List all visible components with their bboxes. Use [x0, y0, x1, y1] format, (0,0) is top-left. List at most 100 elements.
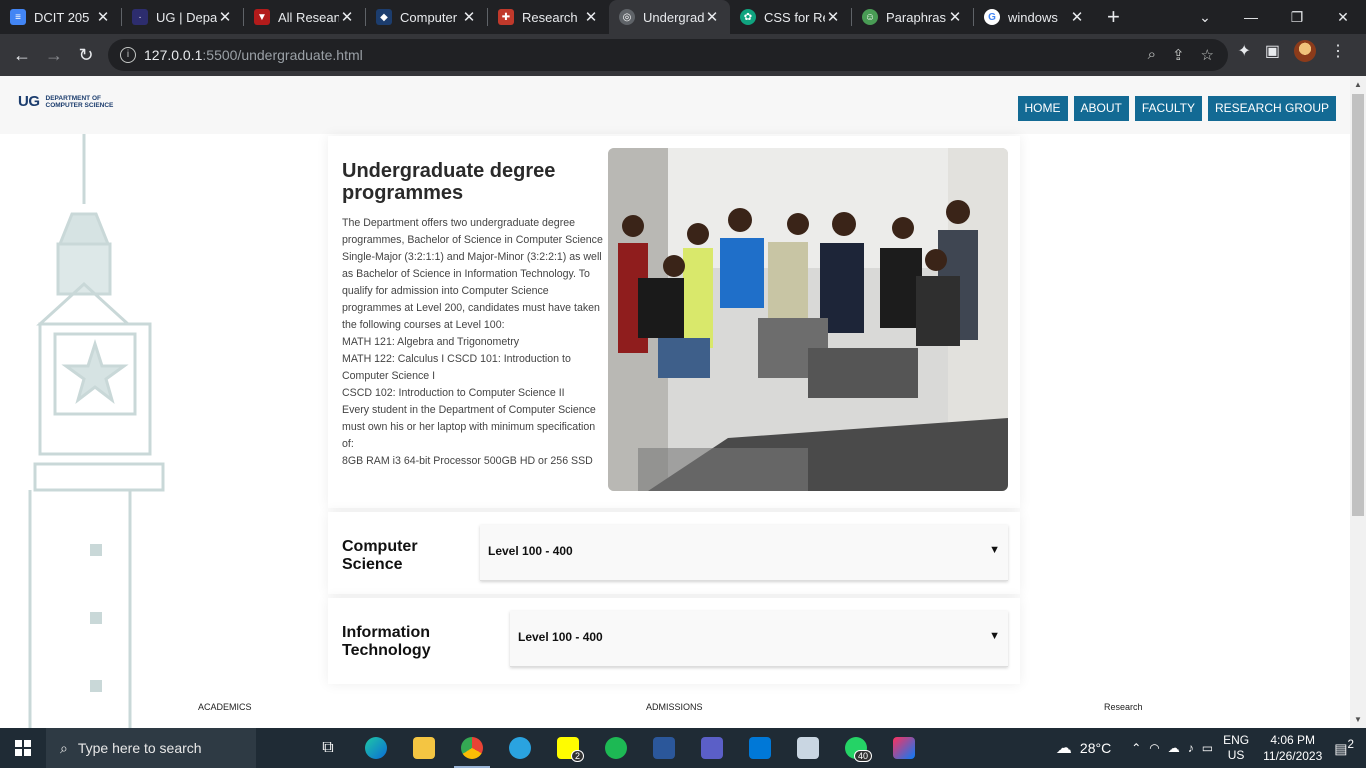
image-viewer-icon[interactable] [784, 728, 832, 768]
laptop-requirement: Every student in the Department of Compu… [342, 404, 596, 450]
shield-icon: ◆ [376, 9, 392, 25]
accordion-label: Level 100 - 400 [488, 544, 573, 558]
page-scrollbar[interactable]: ▲ ▼ [1350, 76, 1366, 728]
wifi-icon[interactable]: ◠ [1149, 741, 1159, 755]
weather-icon[interactable]: ☁ [1056, 738, 1072, 758]
intellij-icon[interactable] [880, 728, 928, 768]
close-tab-icon[interactable]: ✕ [825, 8, 841, 26]
extensions-icon[interactable]: ✦ [1237, 41, 1250, 61]
file-explorer-icon[interactable] [400, 728, 448, 768]
chrome-icon[interactable] [448, 728, 496, 768]
site-info-icon[interactable]: i [120, 47, 136, 63]
laptop-spec: 8GB RAM i3 64-bit Processor 500GB HD or … [342, 455, 593, 467]
close-tab-icon[interactable]: ✕ [217, 8, 233, 26]
taskbar-clock[interactable]: 4:06 PM 11/26/2023 [1263, 732, 1322, 764]
profile-avatar[interactable] [1294, 40, 1316, 62]
close-tab-icon[interactable]: ✕ [1069, 8, 1085, 26]
telegram-icon[interactable] [496, 728, 544, 768]
level-accordion[interactable]: Level 100 - 400 ▼ [480, 525, 1008, 581]
onedrive-icon[interactable]: ☁ [1168, 741, 1180, 755]
bookmark-star-icon[interactable]: ☆ [1201, 46, 1214, 64]
browser-tab-active[interactable]: ◎ Undergrad ✕ [609, 0, 730, 34]
footer-link-admissions[interactable]: ADMISSIONS [646, 702, 703, 712]
intro-text: The Department offers two undergraduate … [342, 215, 604, 470]
start-button[interactable] [0, 740, 46, 756]
word-icon[interactable] [640, 728, 688, 768]
nav-about[interactable]: ABOUT [1073, 96, 1129, 121]
browser-tab[interactable]: ◆ Computer ✕ [366, 0, 487, 34]
logo-dept-line1: DEPARTMENT OF [45, 94, 102, 102]
new-tab-button[interactable]: + [1095, 4, 1132, 30]
browser-toolbar: ← → ↻ i 127.0.0.1:5500/undergraduate.htm… [0, 34, 1366, 76]
footer-link-research[interactable]: Research [1104, 702, 1143, 712]
show-hidden-icons[interactable]: ⌃ [1131, 741, 1141, 755]
nav-home[interactable]: HOME [1017, 96, 1068, 121]
windows-taskbar: ⌕ Type here to search ⧉ 2 40 ☁ 28°C ⌃ ◠ … [0, 728, 1366, 768]
scroll-down-icon[interactable]: ▼ [1354, 715, 1362, 724]
back-button[interactable]: ← [6, 45, 38, 66]
close-tab-icon[interactable]: ✕ [704, 8, 720, 26]
close-tab-icon[interactable]: ✕ [339, 8, 355, 26]
nav-faculty[interactable]: FACULTY [1134, 96, 1202, 121]
forward-button[interactable]: → [38, 45, 70, 66]
share-icon[interactable]: ⇪ [1172, 46, 1185, 64]
reload-button[interactable]: ↻ [70, 45, 102, 66]
task-view-icon[interactable]: ⧉ [304, 728, 352, 768]
zoom-icon[interactable]: ⌕ [1148, 46, 1156, 64]
close-tab-icon[interactable]: ✕ [583, 8, 599, 26]
clock-date: 11/26/2023 [1263, 749, 1323, 763]
teams-icon[interactable] [688, 728, 736, 768]
close-tab-icon[interactable]: ✕ [947, 8, 963, 26]
main-nav: HOME ABOUT FACULTY RESEARCH GROUP [1017, 96, 1336, 121]
close-tab-icon[interactable]: ✕ [95, 8, 111, 26]
taskbar-search[interactable]: ⌕ Type here to search [46, 728, 256, 768]
edge-icon[interactable] [352, 728, 400, 768]
vscode-icon[interactable] [736, 728, 784, 768]
nav-research-group[interactable]: RESEARCH GROUP [1207, 96, 1336, 121]
restore-button[interactable]: ❐ [1274, 9, 1320, 26]
crest-icon: ✚ [498, 9, 514, 25]
address-bar[interactable]: i 127.0.0.1:5500/undergraduate.html ⌕ ⇪ … [108, 39, 1228, 71]
close-window-button[interactable]: ✕ [1320, 9, 1366, 26]
language-indicator[interactable]: ENG US [1223, 733, 1249, 763]
browser-tab[interactable]: ▼ All Resean ✕ [244, 0, 365, 34]
weather-temp[interactable]: 28°C [1080, 740, 1111, 756]
menu-icon[interactable]: ⋮ [1330, 41, 1346, 61]
browser-tab[interactable]: · UG | Depa ✕ [122, 0, 243, 34]
window-controls: ⌄ — ❐ ✕ [1182, 0, 1366, 34]
browser-tab[interactable]: ✿ CSS for Re ✕ [730, 0, 851, 34]
browser-tab[interactable]: ☺ Paraphras ✕ [852, 0, 973, 34]
notifications-icon[interactable]: ▤2 [1334, 738, 1354, 758]
course-item: MATH 121: Algebra and Trigonometry [342, 336, 520, 348]
tab-search-icon[interactable]: ⌄ [1182, 9, 1228, 26]
search-placeholder: Type here to search [77, 740, 202, 756]
snapchat-icon[interactable]: 2 [544, 728, 592, 768]
scroll-up-icon[interactable]: ▲ [1354, 80, 1362, 89]
ug-logo[interactable]: UG DEPARTMENT OF COMPUTER SCIENCE [18, 93, 113, 110]
site-icon: · [132, 9, 148, 25]
side-panel-icon[interactable]: ▣ [1265, 41, 1280, 61]
search-icon: ⌕ [60, 739, 68, 756]
volume-icon[interactable]: ♪ [1188, 741, 1194, 755]
browser-tab[interactable]: ≡ DCIT 205 ✕ [0, 0, 121, 34]
footer-link-academics[interactable]: ACADEMICS [198, 702, 252, 712]
browser-tab[interactable]: Gwindows ✕ [974, 0, 1095, 34]
spotify-icon[interactable] [592, 728, 640, 768]
intro-card: Undergraduate degree programmes The Depa… [328, 136, 1020, 508]
browser-tab-strip: ≡ DCIT 205 ✕ · UG | Depa ✕ ▼ All Resean ✕ ◆ Com… [0, 0, 1366, 34]
students-photo [608, 148, 1008, 491]
whatsapp-icon[interactable]: 40 [832, 728, 880, 768]
accordion-label: Level 100 - 400 [518, 630, 603, 644]
programme-information-technology: Information Technology Level 100 - 400 ▼ [328, 598, 1020, 684]
browser-tab[interactable]: ✚ Research ✕ [488, 0, 609, 34]
close-tab-icon[interactable]: ✕ [461, 8, 477, 26]
logo-dept-line2: COMPUTER SCIENCE [45, 101, 114, 109]
level-accordion[interactable]: Level 100 - 400 ▼ [510, 611, 1008, 667]
clock-time: 4:06 PM [1270, 733, 1316, 747]
minimize-button[interactable]: — [1228, 9, 1274, 25]
battery-icon[interactable]: ▭ [1202, 741, 1213, 755]
scroll-thumb[interactable] [1352, 94, 1364, 516]
whatsapp-badge: 40 [853, 750, 872, 762]
google-icon: G [984, 9, 1000, 25]
clock-tower-graphic [28, 134, 165, 728]
